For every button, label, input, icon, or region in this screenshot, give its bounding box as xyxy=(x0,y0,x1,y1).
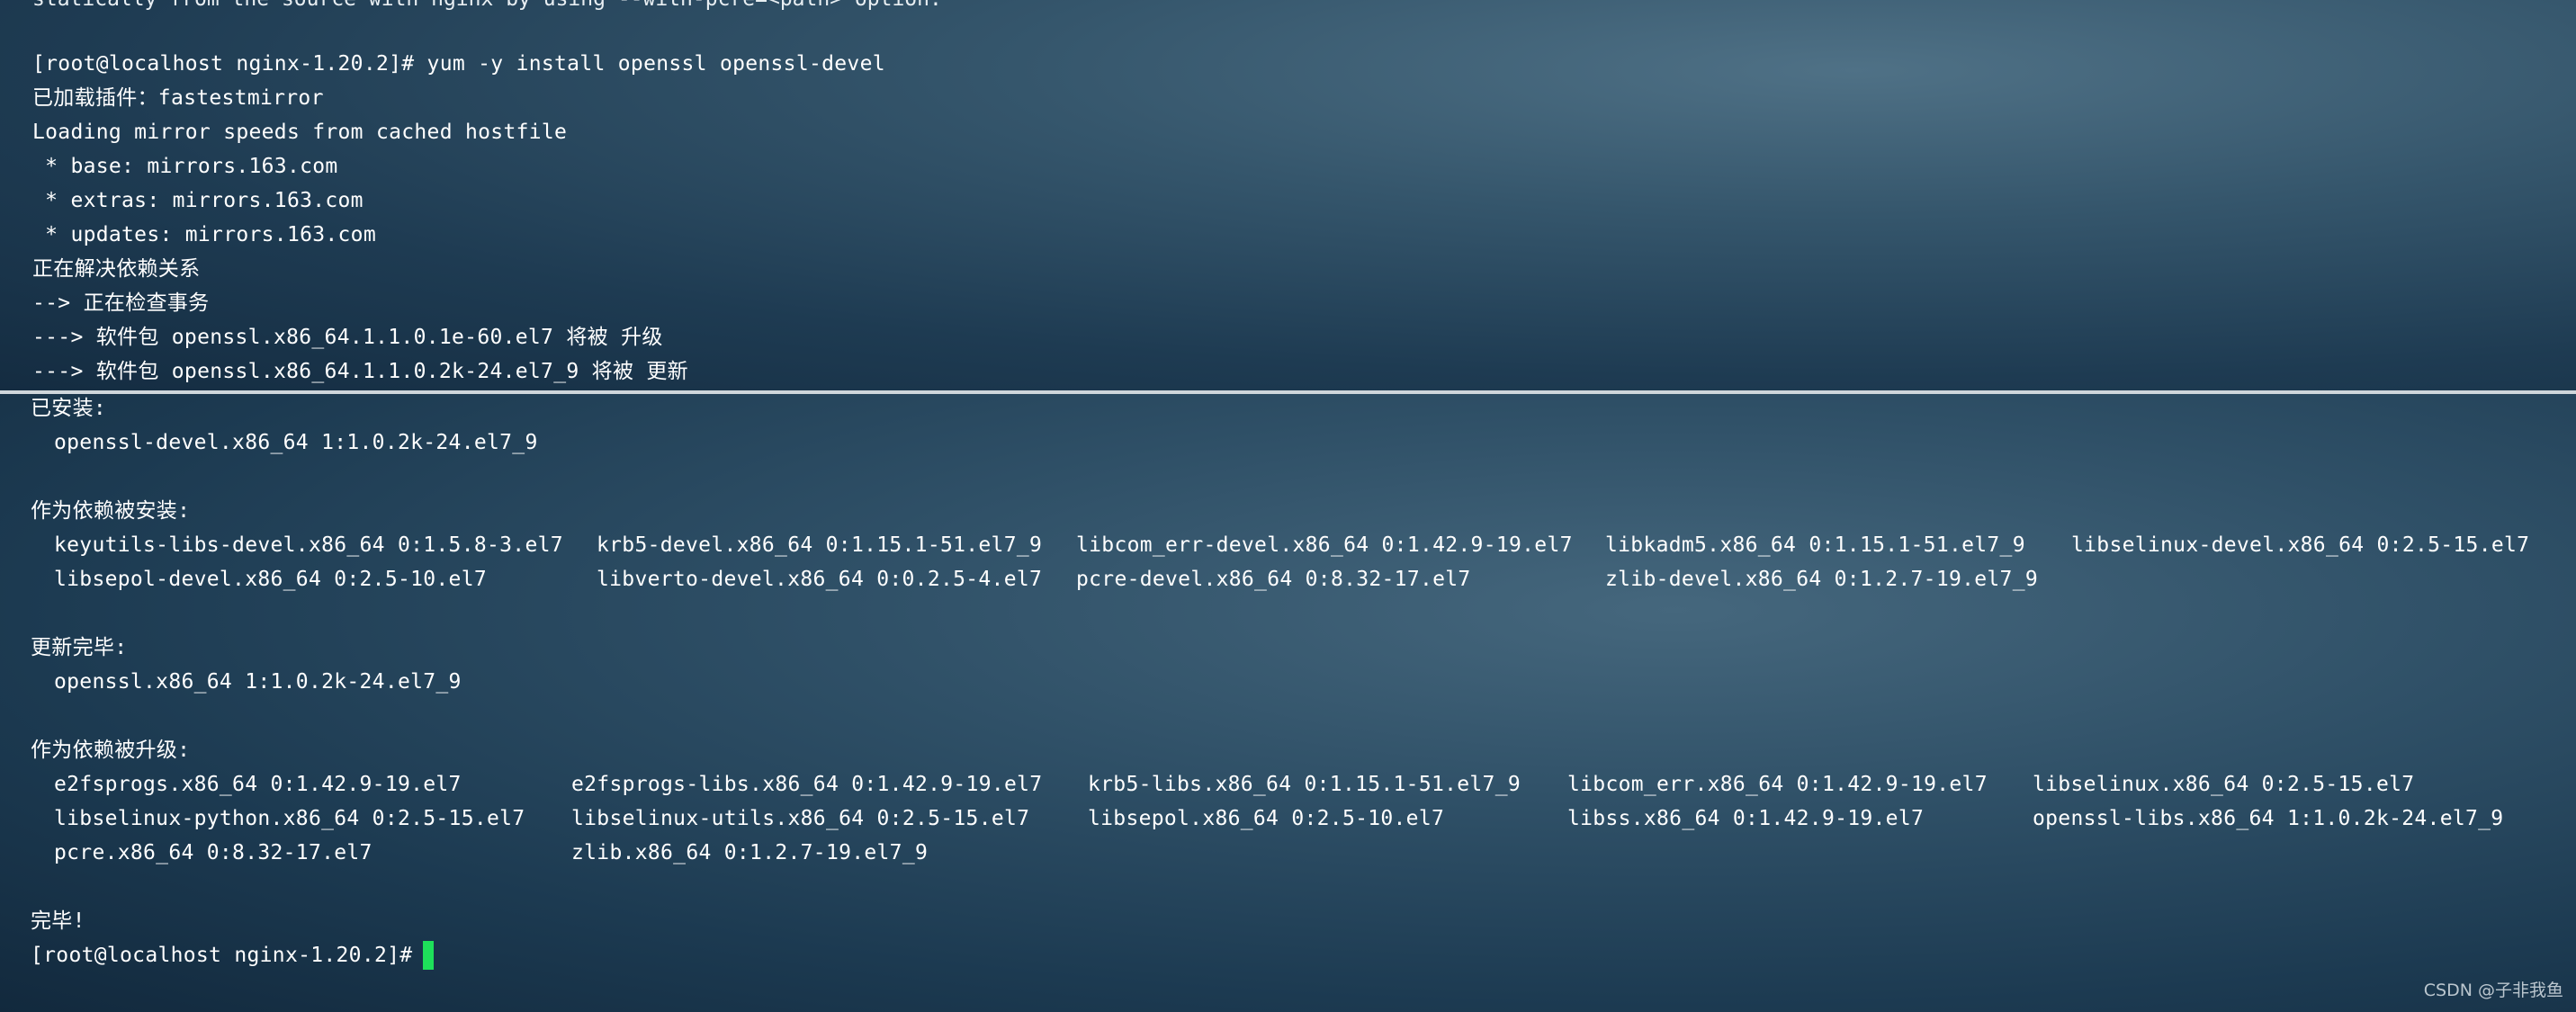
terminal-capture-top: statically from the source with nginx by… xyxy=(0,0,2576,390)
installed-item: openssl-devel.x86_64 1:1.0.2k-24.el7_9 xyxy=(54,431,538,454)
package-entry: libselinux.x86_64 0:2.5-15.el7 xyxy=(2033,773,2415,796)
shell-prompt: [root@localhost nginx-1.20.2]# xyxy=(31,944,413,967)
package-entry: libkadm5.x86_64 0:1.15.1-51.el7_9 xyxy=(1605,533,2025,557)
package-entry: e2fsprogs-libs.x86_64 0:1.42.9-19.el7 xyxy=(571,773,1043,796)
output-line: * base: mirrors.163.com xyxy=(32,155,338,178)
updated-item: openssl.x86_64 1:1.0.2k-24.el7_9 xyxy=(54,670,462,694)
package-entry: libselinux-utils.x86_64 0:2.5-15.el7 xyxy=(571,807,1030,830)
package-entry: libverto-devel.x86_64 0:0.2.5-4.el7 xyxy=(597,568,1043,591)
done-message: 完毕! xyxy=(31,909,85,933)
package-entry: keyutils-libs-devel.x86_64 0:1.5.8-3.el7 xyxy=(54,533,563,557)
output-line: 正在解决依赖关系 xyxy=(32,257,201,281)
package-entry: pcre-devel.x86_64 0:8.32-17.el7 xyxy=(1076,568,1471,591)
output-line: 已加载插件：fastestmirror xyxy=(32,86,324,110)
output-line: * updates: mirrors.163.com xyxy=(32,223,376,246)
output-line: ---> 软件包 openssl.x86_64.1.1.0.1e-60.el7 … xyxy=(32,326,663,349)
command-line: [root@localhost nginx-1.20.2]# yum -y in… xyxy=(32,52,885,76)
terminal-capture-bottom: 已安装: openssl-devel.x86_64 1:1.0.2k-24.el… xyxy=(0,394,2576,1012)
package-entry: libsepol-devel.x86_64 0:2.5-10.el7 xyxy=(54,568,488,591)
dep-installed-heading: 作为依赖被安装: xyxy=(31,499,191,523)
package-entry: libselinux-devel.x86_64 0:2.5-15.el7 xyxy=(2071,533,2530,557)
package-entry: zlib-devel.x86_64 0:1.2.7-19.el7_9 xyxy=(1605,568,2039,591)
package-entry: openssl-libs.x86_64 1:1.0.2k-24.el7_9 xyxy=(2033,807,2504,830)
package-entry: libselinux-python.x86_64 0:2.5-15.el7 xyxy=(54,807,525,830)
package-entry: e2fsprogs.x86_64 0:1.42.9-19.el7 xyxy=(54,773,462,796)
shell-prompt-line[interactable]: [root@localhost nginx-1.20.2]# xyxy=(31,941,435,970)
csdn-watermark: CSDN @子非我鱼 xyxy=(2423,981,2563,1000)
package-entry: libsepol.x86_64 0:2.5-10.el7 xyxy=(1088,807,1445,830)
package-entry: libcom_err-devel.x86_64 0:1.42.9-19.el7 xyxy=(1076,533,1573,557)
package-entry: libcom_err.x86_64 0:1.42.9-19.el7 xyxy=(1567,773,1988,796)
package-entry: libss.x86_64 0:1.42.9-19.el7 xyxy=(1567,807,1925,830)
output-line: ---> 软件包 openssl.x86_64.1.1.0.2k-24.el7_… xyxy=(32,360,688,383)
text-cursor xyxy=(423,941,435,970)
package-entry: krb5-libs.x86_64 0:1.15.1-51.el7_9 xyxy=(1088,773,1521,796)
output-line: * extras: mirrors.163.com xyxy=(32,189,364,212)
installed-heading: 已安装: xyxy=(31,397,107,420)
truncated-output-line: statically from the source with nginx by… xyxy=(32,0,942,13)
dep-upgraded-heading: 作为依赖被升级: xyxy=(31,739,191,762)
output-line: --> 正在检查事务 xyxy=(32,291,210,315)
updated-heading: 更新完毕: xyxy=(31,636,128,659)
package-entry: zlib.x86_64 0:1.2.7-19.el7_9 xyxy=(571,841,929,864)
screenshot-frame: statically from the source with nginx by… xyxy=(0,0,2576,1012)
package-entry: krb5-devel.x86_64 0:1.15.1-51.el7_9 xyxy=(597,533,1043,557)
output-line: Loading mirror speeds from cached hostfi… xyxy=(32,121,568,144)
package-entry: pcre.x86_64 0:8.32-17.el7 xyxy=(54,841,372,864)
